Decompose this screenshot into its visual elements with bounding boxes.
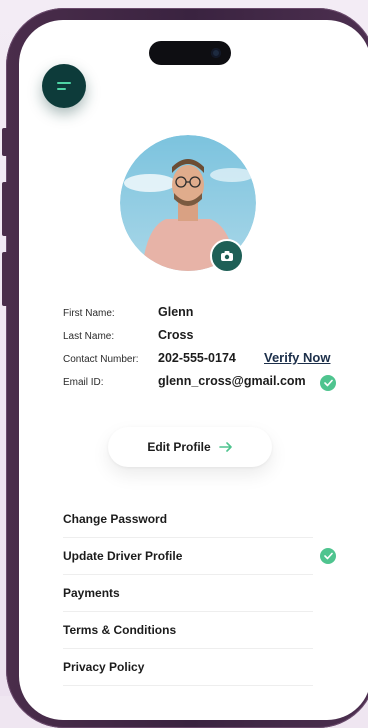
email-verified-icon bbox=[320, 375, 336, 391]
menu-item-label: Privacy Policy bbox=[63, 660, 145, 674]
phone-screen: First Name: Glenn Last Name: Cross Conta… bbox=[19, 20, 368, 720]
menu-item-update-driver-profile[interactable]: Update Driver Profile bbox=[63, 538, 336, 575]
change-photo-button[interactable] bbox=[210, 239, 244, 273]
menu-item-label: Update Driver Profile bbox=[63, 549, 183, 563]
last-name-row: Last Name: Cross bbox=[63, 325, 363, 348]
email-value: glenn_cross@gmail.com bbox=[158, 374, 306, 388]
edit-profile-label: Edit Profile bbox=[147, 440, 211, 454]
hamburger-menu-icon bbox=[57, 82, 71, 90]
contact-number-label: Contact Number: bbox=[63, 354, 139, 365]
menu-item-label: Payments bbox=[63, 586, 120, 600]
hamburger-menu-button[interactable] bbox=[42, 64, 86, 108]
profile-info: First Name: Glenn Last Name: Cross Conta… bbox=[63, 302, 363, 394]
phone-volume-down-button bbox=[2, 252, 8, 306]
first-name-row: First Name: Glenn bbox=[63, 302, 363, 325]
menu-item-label: Terms & Conditions bbox=[63, 623, 177, 637]
contact-number-row: Contact Number: 202-555-0174 Verify Now bbox=[63, 348, 363, 371]
email-label: Email ID: bbox=[63, 377, 104, 388]
edit-profile-button[interactable]: Edit Profile bbox=[108, 427, 272, 467]
phone-volume-up-button bbox=[2, 182, 8, 236]
menu-item-change-password[interactable]: Change Password bbox=[63, 501, 313, 538]
driver-profile-verified-icon bbox=[320, 548, 336, 564]
menu-item-terms-conditions[interactable]: Terms & Conditions bbox=[63, 612, 313, 649]
menu-item-payments[interactable]: Payments bbox=[63, 575, 313, 612]
last-name-label: Last Name: bbox=[63, 331, 115, 342]
arrow-right-icon bbox=[218, 442, 232, 452]
first-name-value: Glenn bbox=[158, 305, 194, 319]
email-row: Email ID: glenn_cross@gmail.com bbox=[63, 371, 363, 394]
front-camera-icon bbox=[211, 48, 221, 58]
profile-avatar[interactable] bbox=[120, 135, 256, 273]
first-name-label: First Name: bbox=[63, 308, 115, 319]
menu-item-label: Change Password bbox=[63, 512, 168, 526]
contact-number-value: 202-555-0174 bbox=[158, 351, 236, 365]
menu-item-privacy-policy[interactable]: Privacy Policy bbox=[63, 649, 313, 686]
settings-menu: Change Password Update Driver Profile Pa… bbox=[63, 501, 336, 686]
camera-icon bbox=[221, 251, 233, 261]
verify-now-link[interactable]: Verify Now bbox=[264, 350, 330, 365]
phone-side-button bbox=[2, 128, 8, 156]
last-name-value: Cross bbox=[158, 328, 194, 342]
dynamic-island bbox=[149, 41, 231, 65]
